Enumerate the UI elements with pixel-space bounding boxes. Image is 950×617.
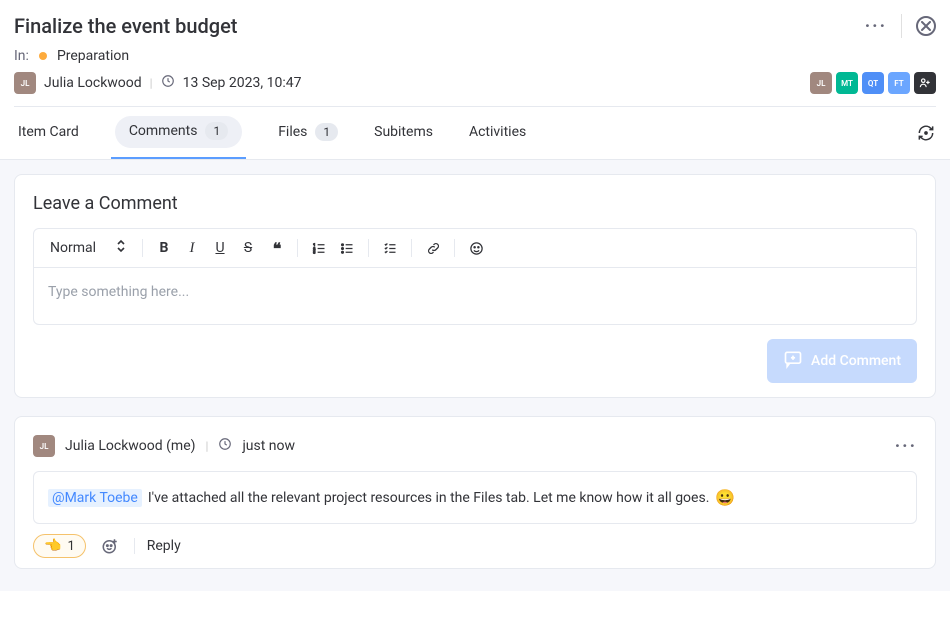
mention[interactable]: @Mark Toebe — [48, 489, 142, 507]
comment-text: I've attached all the relevant project r… — [148, 490, 710, 506]
tab-label: Comments — [129, 123, 198, 139]
tab-badge: 1 — [205, 122, 228, 140]
unordered-list-button[interactable] — [336, 237, 358, 259]
strikethrough-button[interactable]: S — [237, 237, 259, 259]
add-comment-button[interactable]: Add Comment — [767, 339, 917, 383]
author-name[interactable]: Julia Lockwood — [44, 75, 142, 91]
close-icon — [916, 16, 936, 36]
tab-label: Subitems — [374, 124, 433, 140]
compose-title: Leave a Comment — [33, 193, 917, 214]
members-avatars[interactable]: JL MT QT FT — [810, 72, 936, 94]
reply-button[interactable]: Reply — [147, 538, 181, 554]
compose-card: Leave a Comment Normal B I U S ❝ 123 — [14, 174, 936, 398]
divider — [134, 538, 135, 554]
reaction-emoji-icon: 👈 — [44, 538, 61, 554]
divider — [901, 14, 902, 38]
format-select-label: Normal — [50, 240, 96, 256]
add-member-button[interactable] — [914, 72, 936, 94]
underline-button[interactable]: U — [209, 237, 231, 259]
emoji-icon: 😀 — [715, 488, 735, 507]
clock-icon — [218, 437, 232, 455]
close-button[interactable] — [916, 16, 936, 36]
status-dot-icon — [39, 52, 47, 60]
comment-author-avatar[interactable]: JL — [33, 435, 55, 457]
link-button[interactable] — [422, 237, 444, 259]
checklist-button[interactable] — [379, 237, 401, 259]
separator: | — [206, 439, 209, 453]
tab-files[interactable]: Files 1 — [274, 107, 342, 159]
editor-toolbar: Normal B I U S ❝ 123 — [34, 229, 916, 268]
page-title: Finalize the event budget — [14, 14, 237, 38]
emoji-button[interactable] — [465, 237, 487, 259]
comment-editor: Normal B I U S ❝ 123 — [33, 228, 917, 325]
format-select[interactable]: Normal — [44, 237, 132, 259]
svg-text:3: 3 — [313, 250, 315, 254]
status-value[interactable]: Preparation — [57, 48, 129, 64]
bold-button[interactable]: B — [153, 237, 175, 259]
more-options-button[interactable]: ··· — [865, 16, 887, 37]
separator: | — [150, 76, 153, 90]
in-label: In: — [14, 48, 29, 64]
comment-item: JL Julia Lockwood (me) | just now ··· @M… — [14, 416, 936, 569]
tab-comments[interactable]: Comments 1 — [111, 107, 246, 159]
timestamp: 13 Sep 2023, 10:47 — [183, 75, 302, 91]
clock-icon — [161, 74, 175, 92]
refresh-button[interactable] — [916, 123, 936, 143]
author-avatar[interactable]: JL — [14, 72, 36, 94]
tab-subitems[interactable]: Subitems — [370, 107, 437, 159]
avatar[interactable]: QT — [862, 72, 884, 94]
tab-item-card[interactable]: Item Card — [14, 107, 83, 159]
avatar[interactable]: MT — [836, 72, 858, 94]
add-comment-icon — [783, 349, 803, 373]
comment-author[interactable]: Julia Lockwood (me) — [65, 438, 196, 454]
tab-label: Activities — [469, 124, 526, 140]
toolbar-divider — [454, 239, 455, 257]
reaction-count: 1 — [67, 539, 74, 554]
toolbar-divider — [368, 239, 369, 257]
italic-button[interactable]: I — [181, 237, 203, 259]
reaction-chip[interactable]: 👈 1 — [33, 534, 86, 558]
comment-time: just now — [242, 438, 295, 454]
comment-input[interactable]: Type something here... — [34, 268, 916, 324]
avatar[interactable]: JL — [810, 72, 832, 94]
tab-badge: 1 — [315, 123, 338, 141]
tab-label: Item Card — [18, 124, 79, 140]
avatar[interactable]: FT — [888, 72, 910, 94]
tab-label: Files — [278, 124, 307, 140]
toolbar-divider — [297, 239, 298, 257]
toolbar-divider — [142, 239, 143, 257]
add-comment-label: Add Comment — [811, 353, 901, 369]
ordered-list-button[interactable]: 123 — [308, 237, 330, 259]
comment-more-button[interactable]: ··· — [895, 436, 917, 457]
toolbar-divider — [411, 239, 412, 257]
add-reaction-button[interactable] — [98, 534, 122, 558]
chevron-updown-icon — [116, 239, 126, 257]
quote-button[interactable]: ❝ — [265, 237, 287, 259]
comment-body: @Mark Toebe I've attached all the releva… — [33, 471, 917, 524]
tab-activities[interactable]: Activities — [465, 107, 530, 159]
